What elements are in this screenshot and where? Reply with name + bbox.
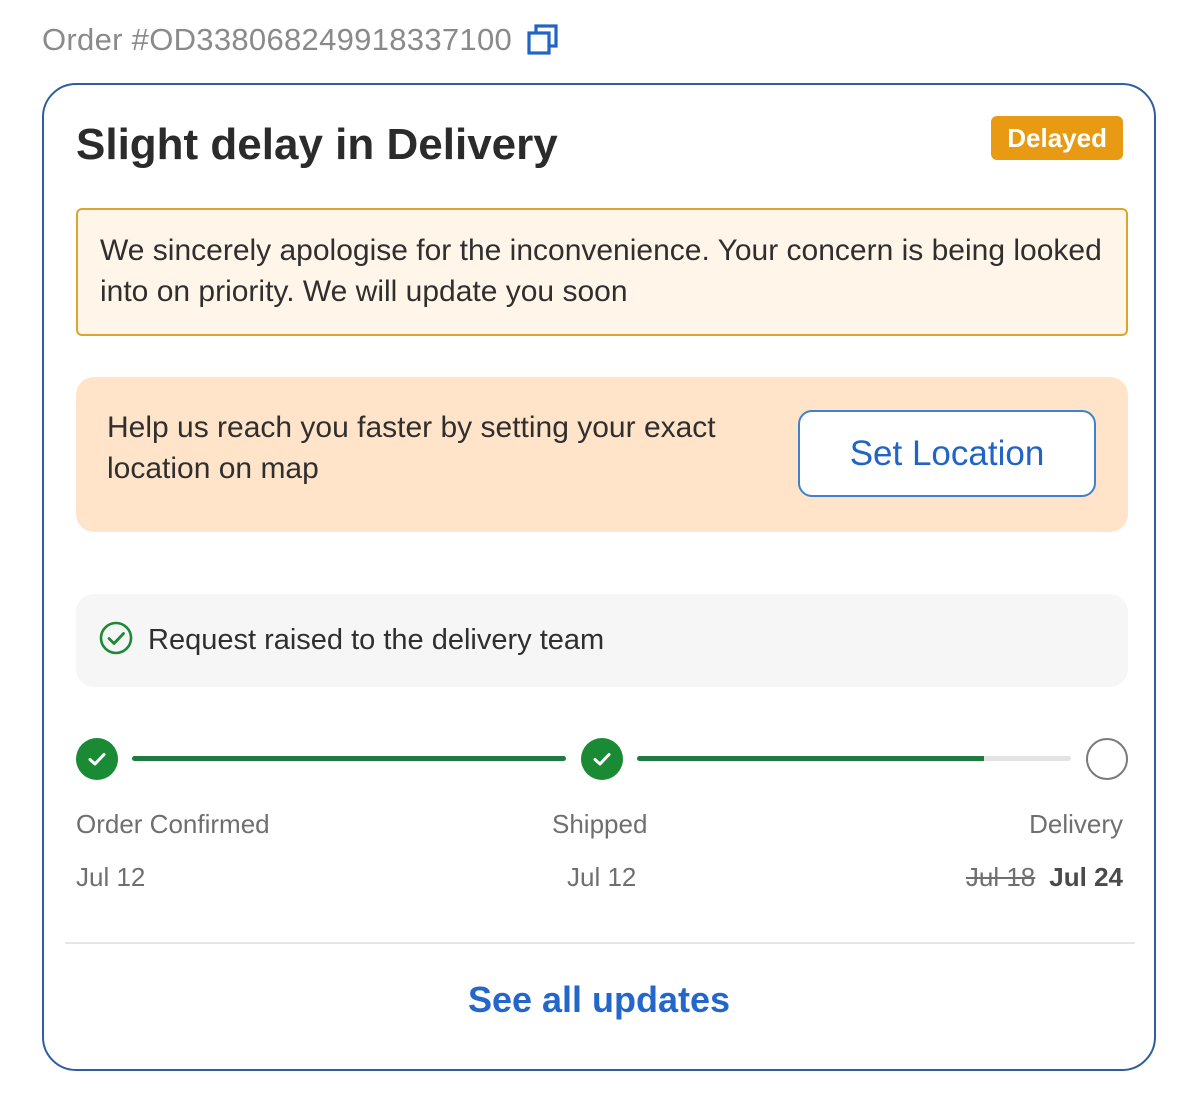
order-header: Order #OD338068249918337100 <box>42 18 560 62</box>
set-location-button[interactable]: Set Location <box>798 410 1096 497</box>
step-delivery-icon <box>1086 738 1128 780</box>
progress-line-1 <box>132 756 566 761</box>
progress-fill-1 <box>132 756 566 761</box>
see-all-updates-link[interactable]: See all updates <box>44 979 1154 1021</box>
original-delivery-date: Jul 18 <box>965 862 1036 892</box>
revised-delivery-date: Jul 24 <box>1049 862 1123 892</box>
step-order-confirmed-icon <box>76 738 118 780</box>
step-label-shipped: Shipped <box>552 809 648 839</box>
delivery-status-card: Slight delay in Delivery Delayed We sinc… <box>42 83 1156 1071</box>
check-circle-icon <box>98 620 134 661</box>
location-prompt-box: Help us reach you faster by setting your… <box>76 377 1128 532</box>
location-prompt-text: Help us reach you faster by setting your… <box>107 411 716 485</box>
step-date-shipped: Jul 12 <box>567 862 637 892</box>
step-label-delivery: Delivery <box>1029 809 1123 839</box>
apology-message: We sincerely apologise for the inconveni… <box>76 208 1128 336</box>
copy-icon[interactable] <box>526 23 560 57</box>
progress-fill-2 <box>637 756 985 761</box>
progress-line-2 <box>637 756 1071 761</box>
order-id: Order #OD338068249918337100 <box>42 22 513 57</box>
divider <box>65 942 1135 944</box>
request-status-box: Request raised to the delivery team <box>76 594 1128 687</box>
step-date-delivery: Jul 18 Jul 24 <box>966 862 1123 893</box>
step-label-order-confirmed: Order Confirmed <box>76 809 270 839</box>
step-shipped-icon <box>581 738 623 780</box>
status-badge: Delayed <box>991 116 1123 160</box>
request-status-text: Request raised to the delivery team <box>148 624 605 656</box>
step-date-order-confirmed: Jul 12 <box>76 862 146 892</box>
card-title: Slight delay in Delivery <box>76 120 558 169</box>
